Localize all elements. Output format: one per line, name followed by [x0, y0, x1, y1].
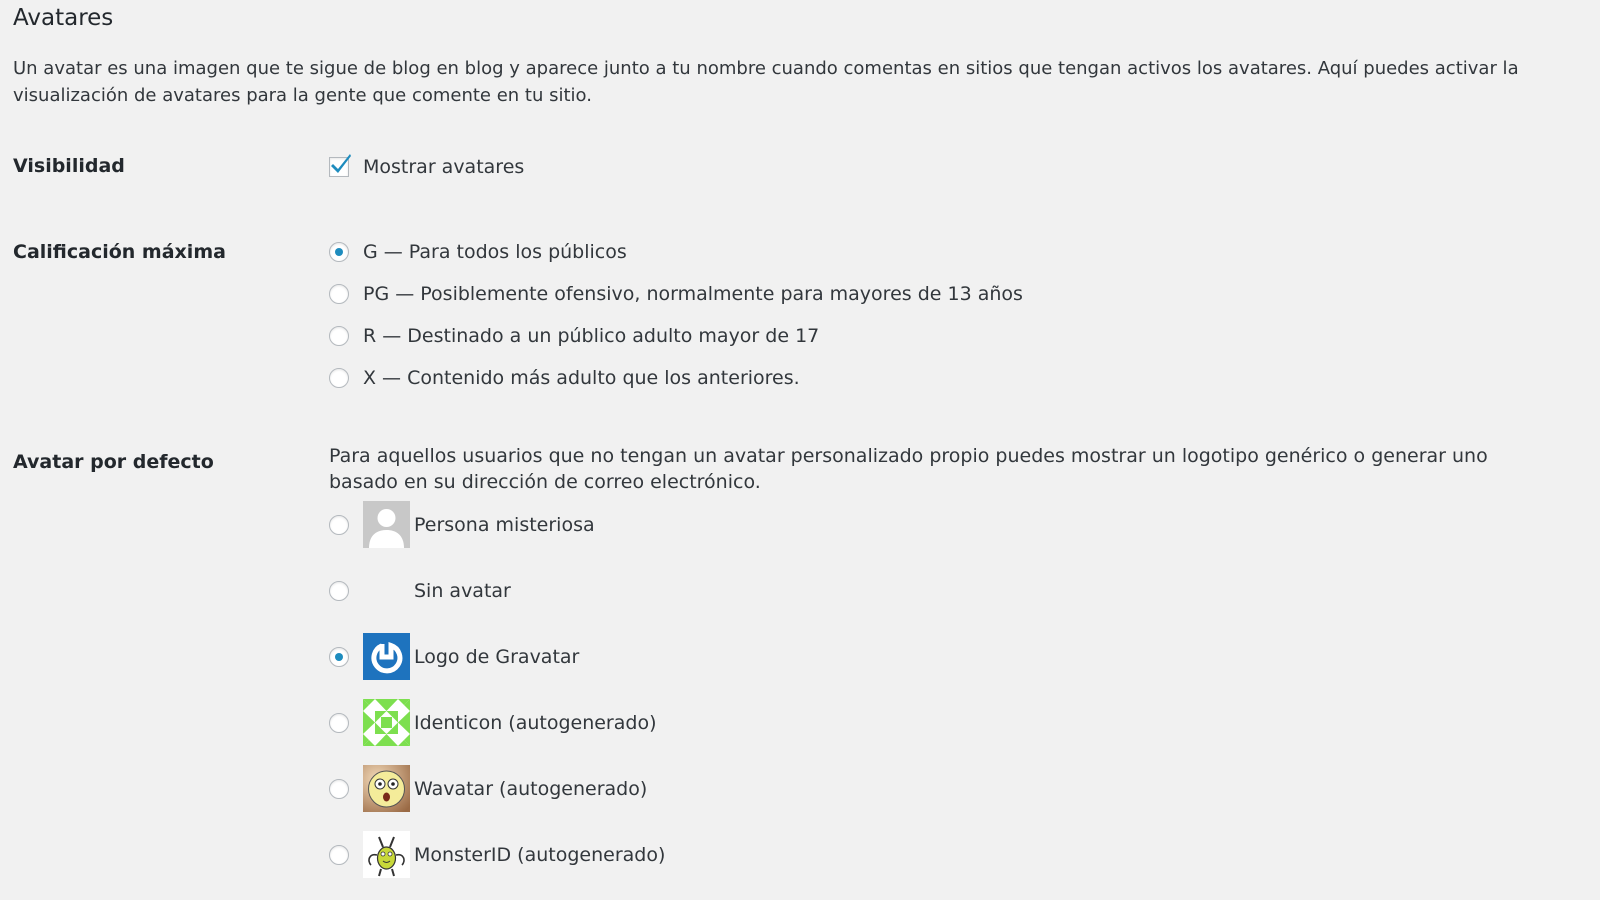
default-avatar-description: Para aquellos usuarios que no tengan un … [329, 445, 1488, 493]
avatar-gravatar-label: Logo de Gravatar [414, 645, 580, 668]
rating-option-pg[interactable]: PG — Posiblemente ofensivo, normalmente … [329, 282, 1023, 306]
rating-option-r[interactable]: R — Destinado a un público adulto mayor … [329, 324, 819, 348]
rating-option-x[interactable]: X — Contenido más adulto que los anterio… [329, 366, 800, 390]
mystery-person-icon [363, 501, 410, 548]
rating-r-radio[interactable] [329, 326, 349, 346]
visibility-label: Visibilidad [13, 155, 125, 177]
avatar-option-blank[interactable]: Sin avatar [329, 567, 511, 614]
monsterid-icon [363, 831, 410, 878]
avatar-wavatar-radio[interactable] [329, 778, 349, 799]
avatar-monsterid-label: MonsterID (autogenerado) [414, 843, 666, 866]
show-avatars-checkbox[interactable] [329, 154, 351, 177]
identicon-icon [363, 699, 410, 746]
rating-x-label: X — Contenido más adulto que los anterio… [363, 367, 800, 389]
checkmark-icon [331, 154, 351, 173]
avatar-mystery-label: Persona misteriosa [414, 513, 595, 536]
avatar-blank-label: Sin avatar [414, 579, 511, 602]
avatar-option-monsterid[interactable]: MonsterID (autogenerado) [329, 831, 665, 878]
avatar-identicon-label: Identicon (autogenerado) [414, 711, 657, 734]
avatar-blank-radio[interactable] [329, 580, 349, 601]
blank-avatar-placeholder [363, 567, 410, 614]
avatar-monsterid-radio[interactable] [329, 844, 349, 865]
avatar-option-mystery[interactable]: Persona misteriosa [329, 501, 595, 548]
rating-r-label: R — Destinado a un público adulto mayor … [363, 325, 820, 347]
rating-g-radio[interactable] [329, 242, 349, 262]
avatar-option-wavatar[interactable]: Wavatar (autogenerado) [329, 765, 647, 812]
rating-pg-radio[interactable] [329, 284, 349, 304]
rating-g-label: G — Para todos los públicos [363, 241, 627, 263]
avatar-identicon-radio[interactable] [329, 712, 349, 733]
avatar-gravatar-radio[interactable] [329, 646, 349, 667]
default-avatar-label: Avatar por defecto [13, 451, 214, 473]
wavatar-icon [363, 765, 410, 812]
avatar-option-gravatar[interactable]: Logo de Gravatar [329, 633, 579, 680]
show-avatars-option[interactable]: Mostrar avatares [329, 154, 525, 179]
avatar-mystery-radio[interactable] [329, 514, 349, 535]
avatar-option-identicon[interactable]: Identicon (autogenerado) [329, 699, 656, 746]
section-title: Avatares [13, 5, 114, 31]
section-description: Un avatar es una imagen que te sigue de … [13, 58, 1519, 106]
rating-label: Calificación máxima [13, 241, 226, 263]
rating-option-g[interactable]: G — Para todos los públicos [329, 240, 627, 264]
avatar-settings-page: Avatares Un avatar es una imagen que te … [0, 0, 1600, 900]
rating-x-radio[interactable] [329, 368, 349, 388]
avatar-wavatar-label: Wavatar (autogenerado) [414, 777, 648, 800]
show-avatars-label: Mostrar avatares [363, 156, 525, 178]
gravatar-logo-icon [363, 633, 410, 680]
rating-pg-label: PG — Posiblemente ofensivo, normalmente … [363, 283, 1023, 305]
